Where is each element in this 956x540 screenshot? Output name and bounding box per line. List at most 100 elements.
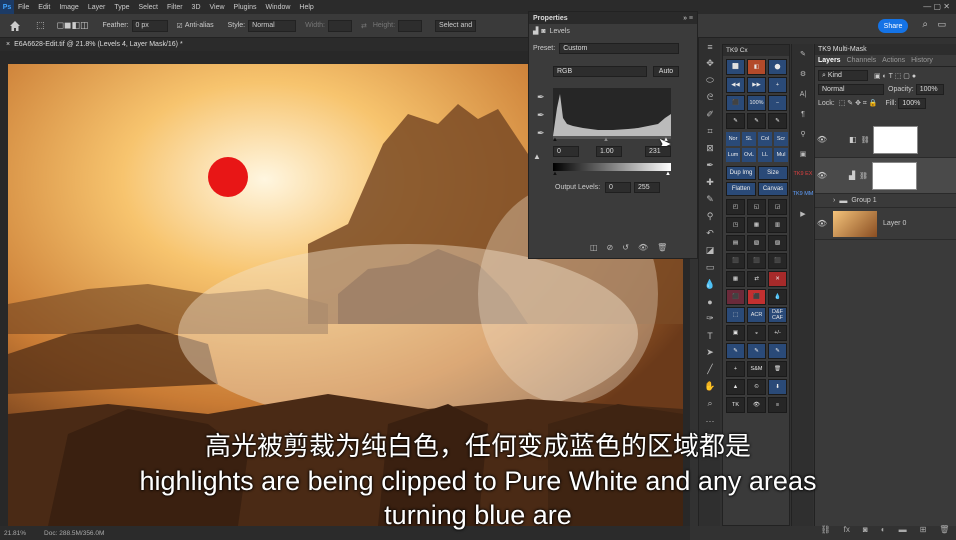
move-tool-icon[interactable]: ✥ xyxy=(699,55,721,72)
window-controls[interactable]: — ▢ ✕ xyxy=(923,2,950,11)
line-tool-icon[interactable]: ╱ xyxy=(699,361,721,378)
output-white-handle[interactable]: ▲ xyxy=(665,171,671,177)
tk9-tool-s[interactable]: ⬚ xyxy=(726,307,745,323)
marquee-tool-icon[interactable]: ⬚ xyxy=(36,20,45,31)
lock-icons[interactable]: ⬚ ✎ ✥ ⌗ 🔒 xyxy=(839,99,878,108)
tk9-tool-h[interactable]: ▧ xyxy=(747,235,766,251)
tk9-new-doc-button[interactable]: ⬜ xyxy=(726,59,745,75)
chevron-right-icon[interactable]: › xyxy=(833,197,835,204)
adjust-icon[interactable]: ⚙ xyxy=(792,64,814,84)
menu-file[interactable]: File xyxy=(18,4,29,11)
select-and-mask-button[interactable]: Select and xyxy=(435,19,477,32)
panel-menu-icon[interactable]: » ≡ xyxy=(683,15,693,22)
document-tab[interactable]: × E6A6628-Edit.tif @ 21.8% (Levels 4, La… xyxy=(0,38,528,51)
frame-tool-icon[interactable]: ⊠ xyxy=(699,140,721,157)
menu-window[interactable]: Window xyxy=(266,4,291,11)
properties-footer-icons[interactable]: ◫⊘↺👁🗑 xyxy=(590,243,676,252)
tab-history[interactable]: History xyxy=(911,57,933,64)
menu-type[interactable]: Type xyxy=(114,4,129,11)
tab-channels[interactable]: Channels xyxy=(847,57,877,64)
tk9-brush-white-button[interactable]: ✎ xyxy=(747,113,766,129)
path-select-icon[interactable]: ➤ xyxy=(699,344,721,361)
output-black-field[interactable]: 0 xyxy=(605,182,631,193)
output-black-handle[interactable]: ▲ xyxy=(552,171,558,177)
blend-mode-select[interactable]: Normal xyxy=(818,84,884,95)
blend-screen-button[interactable]: Scr xyxy=(774,132,788,146)
blend-overlay-button[interactable]: OvL xyxy=(742,148,756,162)
visibility-eye-icon[interactable]: 👁 xyxy=(815,219,829,228)
tk9-tool-y[interactable]: ✎ xyxy=(768,343,787,359)
tk9-mask-button[interactable]: ◧ xyxy=(747,59,766,75)
menu-3d[interactable]: 3D xyxy=(192,4,201,11)
tab-actions[interactable]: Actions xyxy=(882,57,905,64)
type-tool-icon[interactable]: T xyxy=(699,327,721,344)
tk9-tool-n[interactable]: ⇄ xyxy=(747,271,766,287)
tk9-ex-icon[interactable]: TK9 EX xyxy=(792,164,814,184)
tk9-logo-button[interactable]: TK xyxy=(726,397,745,413)
tk9-brush-black-button[interactable]: ✎ xyxy=(726,113,745,129)
history-brush-icon[interactable]: ↶ xyxy=(699,225,721,242)
size-button[interactable]: Size xyxy=(758,166,788,180)
blend-linearlight-button[interactable]: LL xyxy=(758,148,772,162)
tk9-view-button[interactable]: 👁 xyxy=(747,397,766,413)
stamp-tool-icon[interactable]: ⚲ xyxy=(699,208,721,225)
menu-help[interactable]: Help xyxy=(299,4,313,11)
quick-select-icon[interactable]: ✐ xyxy=(699,106,721,123)
output-white-field[interactable]: 255 xyxy=(634,182,660,193)
layer-row[interactable]: 👁 ▟ ⛓ xyxy=(815,158,956,194)
close-tab-icon[interactable]: × xyxy=(6,41,10,48)
clone-source-icon[interactable]: ⚲ xyxy=(792,124,814,144)
eraser-tool-icon[interactable]: ◪ xyxy=(699,242,721,259)
marquee-tool-icon[interactable]: ⬭ xyxy=(699,72,721,89)
input-gamma-field[interactable]: 1.00 xyxy=(596,146,622,157)
tk9-tool-g[interactable]: ▤ xyxy=(726,235,745,251)
eyedropper-tool-icon[interactable]: ✒ xyxy=(699,157,721,174)
chain-icon[interactable]: ⛓ xyxy=(859,172,868,180)
healing-brush-icon[interactable]: ✚ xyxy=(699,174,721,191)
preset-select[interactable]: Custom xyxy=(559,43,680,54)
chain-icon[interactable]: ⛓ xyxy=(861,136,870,144)
input-black-field[interactable]: 0 xyxy=(553,146,579,157)
tk9-sm-button[interactable]: S&M xyxy=(747,361,766,377)
input-white-field[interactable]: 231 xyxy=(645,146,671,157)
layer-row[interactable]: 👁 Layer 0 xyxy=(815,208,956,240)
tk9-mm-icon[interactable]: TK9 MM xyxy=(792,184,814,204)
tk9-tool-a[interactable]: ◰ xyxy=(726,199,745,215)
menu-view[interactable]: View xyxy=(210,4,225,11)
tk9-brush-gray-button[interactable]: ✎ xyxy=(768,113,787,129)
info-icon[interactable]: ▣ xyxy=(792,144,814,164)
tk9-subtract-button[interactable]: − xyxy=(768,95,787,111)
height-input[interactable] xyxy=(398,19,423,32)
filter-icons[interactable]: ▣ ◐ T ⬚ ▢ ● xyxy=(874,72,916,80)
tk9-dfcaf-button[interactable]: D&F CAF xyxy=(768,307,787,323)
swap-icon[interactable]: ⇄ xyxy=(361,22,367,30)
collapse-icon[interactable]: ≡ xyxy=(699,38,721,55)
visibility-eye-icon[interactable]: 👁 xyxy=(815,171,829,180)
menu-image[interactable]: Image xyxy=(59,4,78,11)
menu-layer[interactable]: Layer xyxy=(88,4,106,11)
layer-mask-thumbnail[interactable] xyxy=(872,161,918,190)
tab-layers[interactable]: Layers xyxy=(818,57,841,64)
dup-img-button[interactable]: Dup Img xyxy=(726,166,756,180)
workspace-icon[interactable]: ▭ xyxy=(937,19,946,30)
opacity-field[interactable]: 100% xyxy=(915,84,944,95)
tk9-tool-b[interactable]: ◱ xyxy=(747,199,766,215)
tk9-tool-x[interactable]: ✎ xyxy=(747,343,766,359)
tk9-tool-j[interactable]: ⬛ xyxy=(726,253,745,269)
pen-tool-icon[interactable]: ✑ xyxy=(699,310,721,327)
character-icon[interactable]: A| xyxy=(792,84,814,104)
eyedropper-black-icon[interactable]: ✒ xyxy=(537,92,545,103)
blur-tool-icon[interactable]: 💧 xyxy=(699,276,721,293)
tk9-tool-l[interactable]: ⬛ xyxy=(768,253,787,269)
width-input[interactable] xyxy=(327,19,352,32)
eyedropper-white-icon[interactable]: ✒ xyxy=(537,128,545,139)
brush-tool-icon[interactable]: ✎ xyxy=(699,191,721,208)
tk9-delete-button[interactable]: 🗑 xyxy=(768,361,787,377)
visibility-eye-icon[interactable]: 👁 xyxy=(815,135,829,144)
layer-thumbnail[interactable] xyxy=(833,210,877,237)
tk9-tool-r[interactable]: 💧 xyxy=(768,289,787,305)
paragraph-icon[interactable]: ¶ xyxy=(792,104,814,124)
menu-edit[interactable]: Edit xyxy=(38,4,50,11)
menu-select[interactable]: Select xyxy=(139,4,158,11)
blend-multiply-button[interactable]: Mul xyxy=(774,148,788,162)
